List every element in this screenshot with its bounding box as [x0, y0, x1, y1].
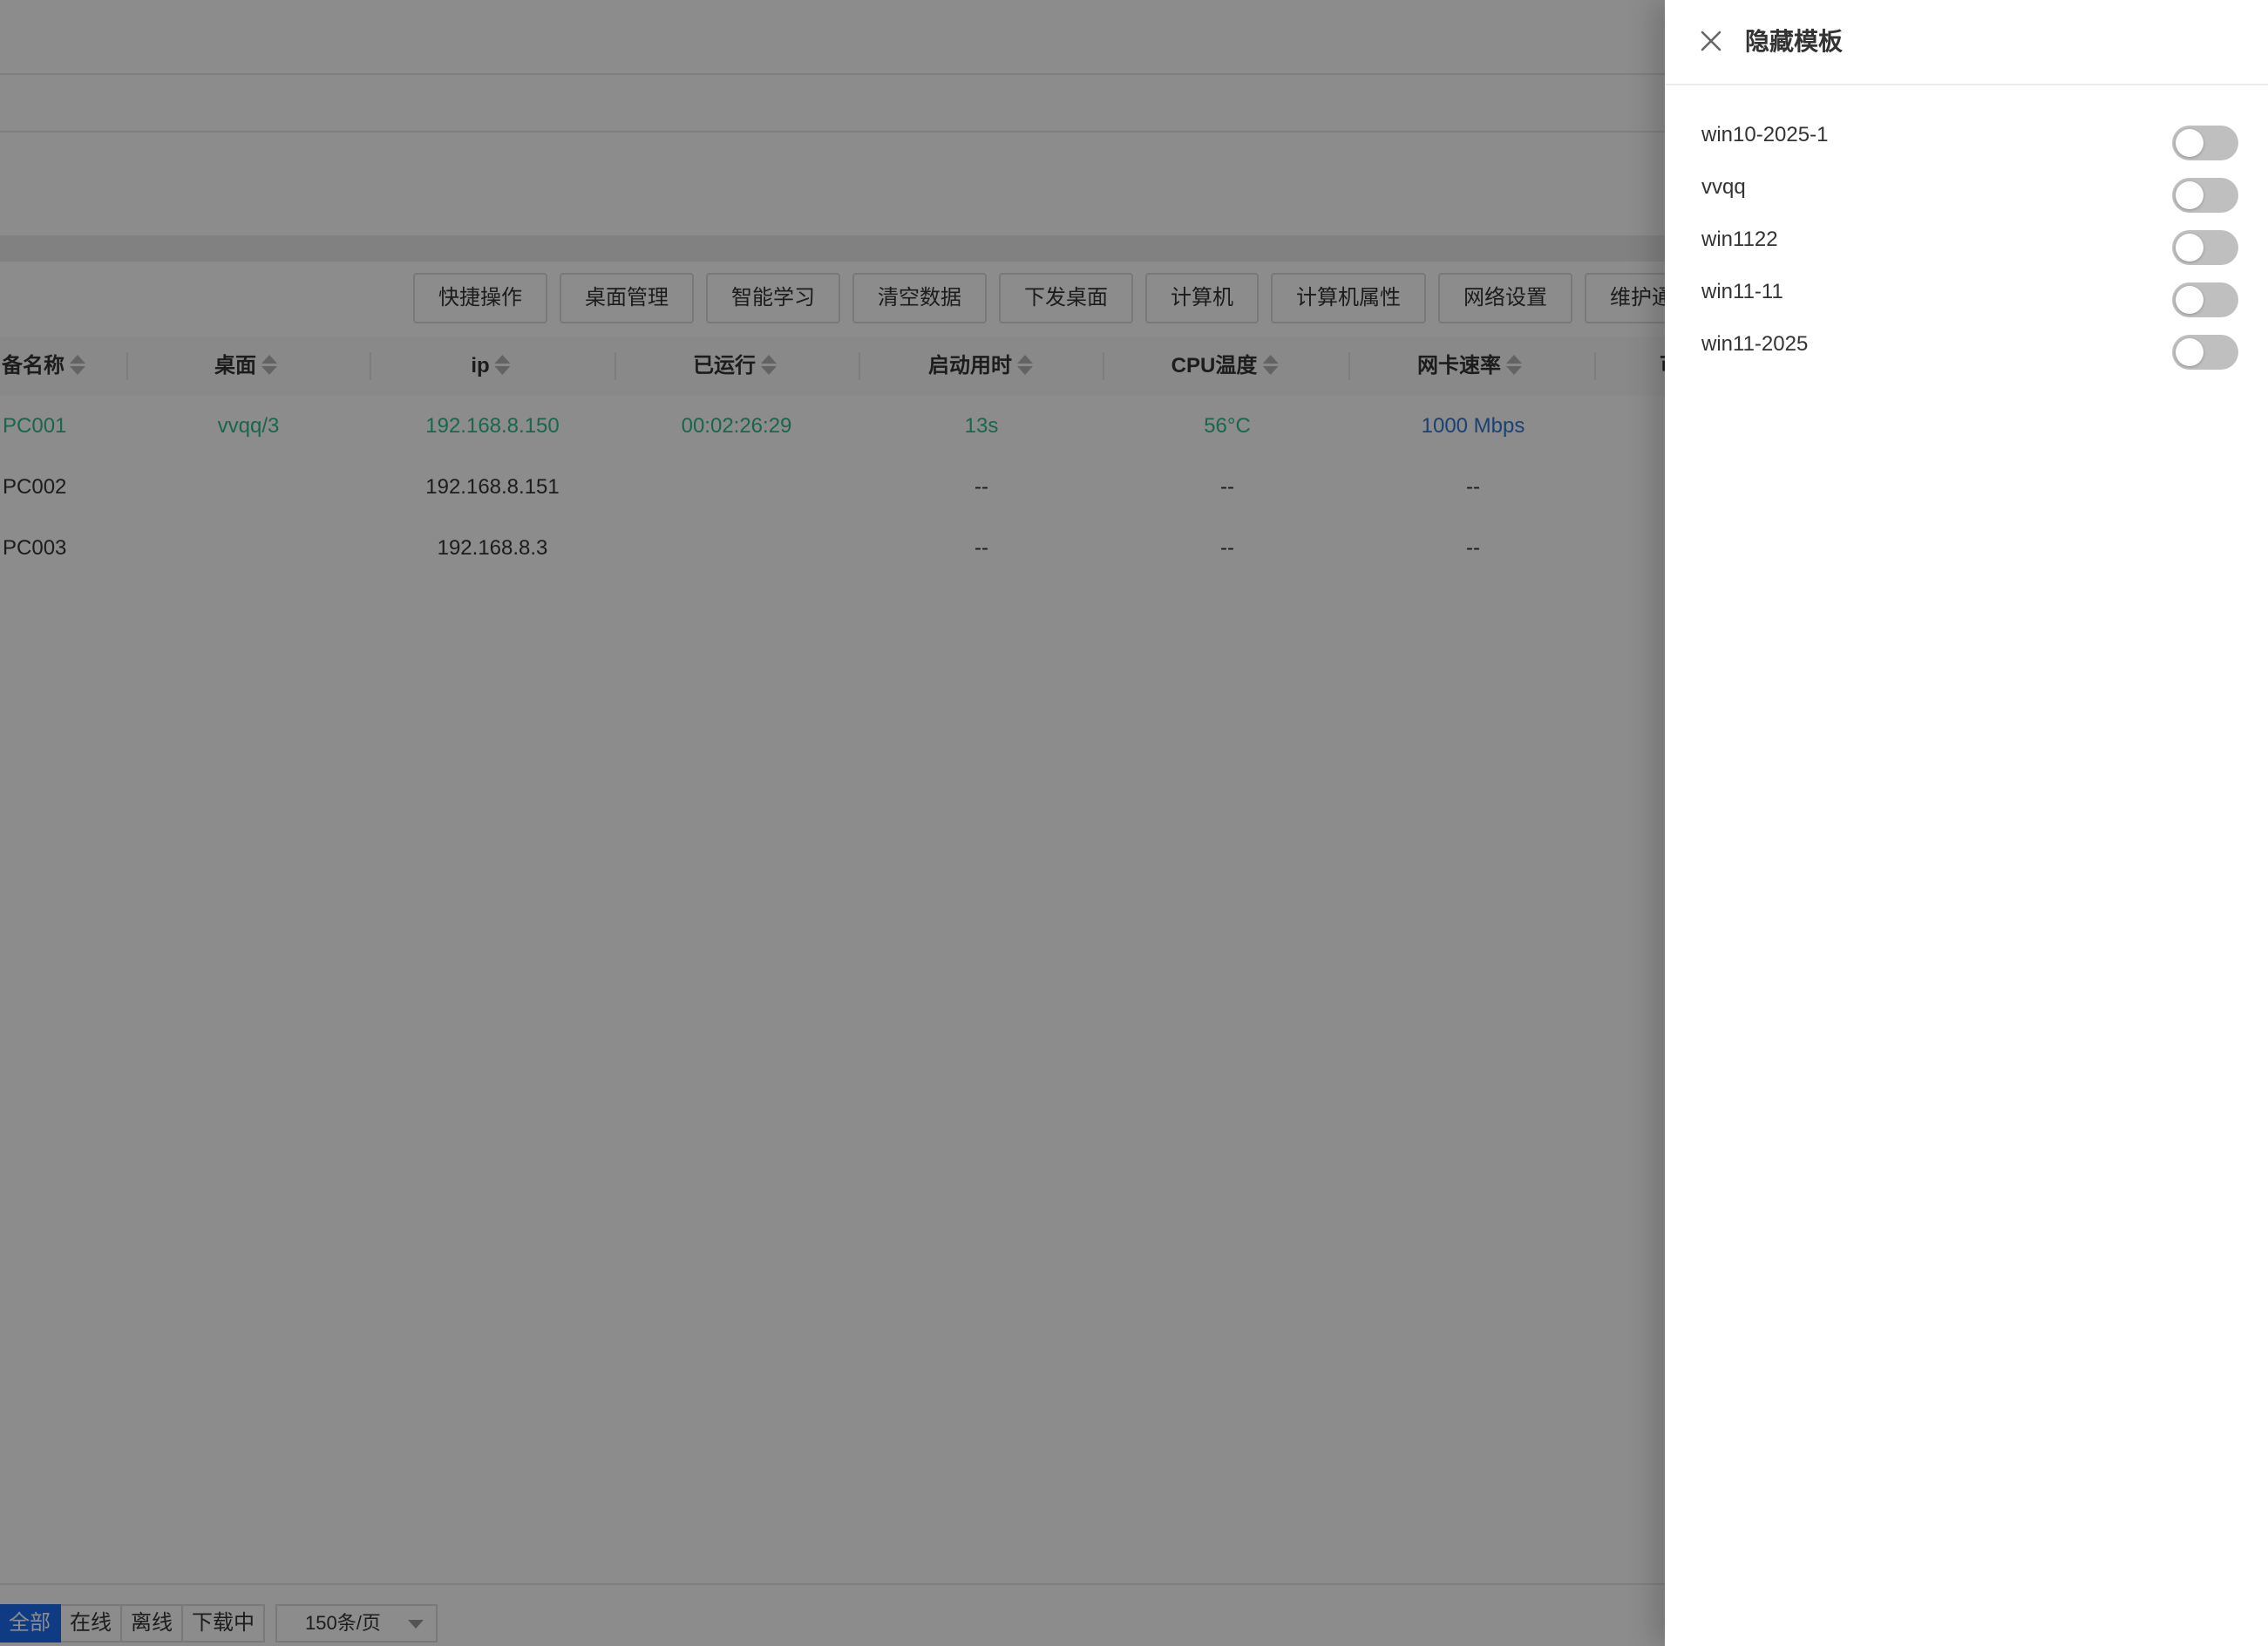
template-list: win10-2025-1 vvqq win1122 win11-11 win11… — [1665, 85, 2268, 371]
switch-knob — [2176, 286, 2203, 314]
hidden-templates-drawer: 隐藏模板 win10-2025-1 vvqq win1122 win11-11 … — [1665, 0, 2268, 1646]
hide-toggle-switch[interactable] — [2172, 282, 2238, 317]
switch-knob — [2176, 234, 2203, 262]
hide-toggle-switch[interactable] — [2172, 230, 2238, 265]
switch-knob — [2176, 129, 2203, 157]
drawer-header: 隐藏模板 — [1665, 0, 2268, 85]
list-item: win11-2025 — [1665, 318, 2268, 371]
list-item: win1122 — [1665, 214, 2268, 266]
app-page: 快捷操作 桌面管理 智能学习 清空数据 下发桌面 计算机 计算机属性 网络设置 … — [0, 0, 2268, 1646]
hide-toggle-switch[interactable] — [2172, 335, 2238, 370]
switch-knob — [2176, 181, 2203, 209]
hide-toggle-switch[interactable] — [2172, 178, 2238, 213]
template-name: win10-2025-1 — [1701, 123, 1829, 146]
close-icon[interactable] — [1700, 30, 1722, 52]
list-item: vvqq — [1665, 161, 2268, 214]
switch-knob — [2176, 338, 2203, 366]
drawer-title: 隐藏模板 — [1745, 28, 1844, 55]
template-name: win11-2025 — [1701, 332, 1809, 356]
list-item: win10-2025-1 — [1665, 109, 2268, 161]
hide-toggle-switch[interactable] — [2172, 126, 2238, 160]
list-item: win11-11 — [1665, 266, 2268, 318]
template-name: win11-11 — [1701, 280, 1783, 303]
template-name: win1122 — [1701, 228, 1778, 251]
template-name: vvqq — [1701, 175, 1746, 199]
